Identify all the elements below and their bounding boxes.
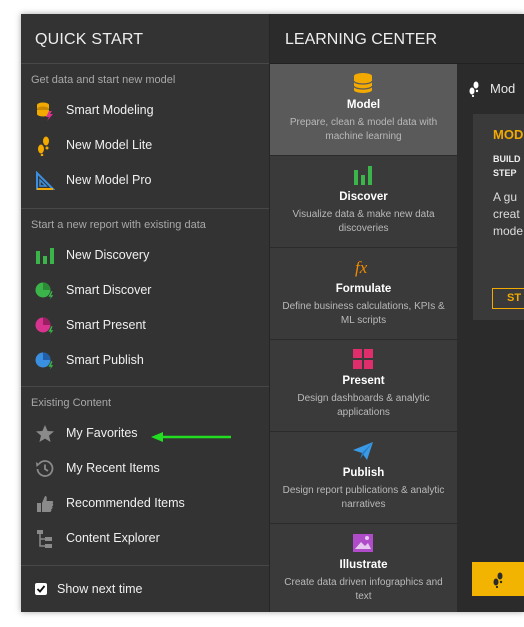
smart-publish-icon bbox=[35, 351, 55, 372]
fx-icon: fx bbox=[352, 256, 374, 278]
divider bbox=[21, 208, 269, 209]
learning-center-title: LEARNING CENTER bbox=[285, 31, 438, 48]
section-header-get-data: Get data and start new model bbox=[31, 74, 176, 86]
smart-modeling-label: Smart Modeling bbox=[66, 103, 154, 117]
tree-icon bbox=[35, 529, 55, 549]
tile-discover-title: Discover bbox=[339, 191, 388, 203]
tile-publish-desc: Design report publications & analytic na… bbox=[282, 485, 445, 510]
tile-present[interactable]: Present Design dashboards & analytic app… bbox=[270, 340, 457, 432]
tile-illustrate-title: Illustrate bbox=[339, 559, 388, 571]
quick-start-panel: QUICK START Get data and start new model… bbox=[21, 14, 270, 612]
show-next-time-label: Show next time bbox=[57, 582, 143, 596]
start-dialog: QUICK START Get data and start new model… bbox=[21, 14, 524, 612]
set-square-icon bbox=[35, 170, 56, 191]
footprints-icon bbox=[492, 572, 506, 593]
tile-discover[interactable]: Discover Visualize data & make new data … bbox=[270, 156, 457, 248]
tile-model[interactable]: Model Prepare, clean & model data with m… bbox=[270, 64, 457, 156]
tile-illustrate[interactable]: Illustrate Create data driven infographi… bbox=[270, 524, 457, 612]
card-subtitle-line-2: STEP bbox=[493, 168, 517, 178]
divider bbox=[21, 565, 269, 566]
thumbs-up-icon bbox=[35, 494, 55, 514]
smart-discover-label: Smart Discover bbox=[66, 283, 152, 297]
content-explorer-button[interactable]: Content Explorer bbox=[21, 523, 269, 553]
quick-start-title: QUICK START bbox=[35, 31, 144, 48]
tile-formulate-desc: Define business calculations, KPIs & ML … bbox=[282, 301, 445, 326]
card-start-button-label: ST bbox=[507, 292, 522, 304]
tile-discover-desc: Visualize data & make new data discoveri… bbox=[292, 209, 435, 234]
bar-chart-icon bbox=[352, 164, 374, 186]
tile-publish-title: Publish bbox=[342, 467, 385, 479]
recommended-items-label: Recommended Items bbox=[66, 496, 185, 510]
recommended-items-button[interactable]: Recommended Items bbox=[21, 488, 269, 518]
divider bbox=[21, 386, 269, 387]
card-subtitle-line-1: BUILD bbox=[493, 154, 521, 164]
database-icon bbox=[352, 72, 374, 94]
content-explorer-label: Content Explorer bbox=[66, 531, 160, 545]
card-description-line-1: A gu bbox=[493, 190, 518, 204]
card-description-line-2: creat bbox=[493, 207, 520, 221]
my-favorites-label: My Favorites bbox=[66, 426, 138, 440]
smart-present-button[interactable]: Smart Present bbox=[21, 310, 269, 340]
yellow-action-bar[interactable] bbox=[472, 562, 524, 596]
smart-publish-label: Smart Publish bbox=[66, 353, 144, 367]
tile-model-desc: Prepare, clean & model data with machine… bbox=[289, 117, 438, 142]
smart-discover-button[interactable]: Smart Discover bbox=[21, 275, 269, 305]
section-header-existing-content: Existing Content bbox=[31, 397, 112, 409]
model-tab-label: Mod bbox=[490, 81, 516, 96]
new-model-pro-button[interactable]: New Model Pro bbox=[21, 165, 269, 195]
new-discovery-label: New Discovery bbox=[66, 248, 150, 262]
smart-modeling-button[interactable]: Smart Modeling bbox=[21, 95, 269, 125]
bar-chart-icon bbox=[35, 246, 55, 266]
new-model-lite-label: New Model Lite bbox=[66, 138, 153, 152]
tile-publish[interactable]: Publish Design report publications & ana… bbox=[270, 432, 457, 524]
my-recent-items-label: My Recent Items bbox=[66, 461, 160, 475]
show-next-time-checkbox[interactable] bbox=[35, 583, 47, 595]
my-recent-items-button[interactable]: My Recent Items bbox=[21, 453, 269, 483]
green-arrow-annotation bbox=[151, 429, 233, 447]
card-subtitle: BUILD STEP bbox=[493, 152, 521, 180]
tile-formulate[interactable]: fx Formulate Define business calculation… bbox=[270, 248, 457, 340]
model-tab[interactable]: Mod bbox=[468, 78, 524, 98]
tile-formulate-title: Formulate bbox=[335, 283, 392, 295]
tile-present-desc: Design dashboards & analytic application… bbox=[297, 393, 430, 418]
smart-publish-button[interactable]: Smart Publish bbox=[21, 345, 269, 375]
tile-present-title: Present bbox=[342, 375, 385, 387]
model-info-card: MOD BUILD STEP A gu creat mode ST bbox=[473, 114, 524, 320]
tile-model-title: Model bbox=[346, 99, 381, 111]
card-title: MOD bbox=[493, 127, 524, 142]
paper-plane-icon bbox=[352, 440, 374, 462]
card-start-button[interactable]: ST bbox=[492, 288, 524, 309]
smart-discover-icon bbox=[35, 281, 55, 302]
smart-present-icon bbox=[35, 316, 55, 337]
smart-modeling-icon bbox=[35, 101, 55, 121]
image-icon bbox=[352, 532, 374, 554]
new-discovery-button[interactable]: New Discovery bbox=[21, 240, 269, 270]
tile-illustrate-desc: Create data driven infographics and text bbox=[284, 577, 443, 602]
divider bbox=[21, 63, 269, 64]
history-icon bbox=[35, 459, 55, 479]
footprints-icon bbox=[35, 136, 55, 157]
dashboard-icon bbox=[352, 348, 374, 370]
new-model-pro-label: New Model Pro bbox=[66, 173, 152, 187]
show-next-time-option[interactable]: Show next time bbox=[35, 581, 235, 601]
learning-center-panel: LEARNING CENTER Model Prepare, clean & m… bbox=[270, 14, 524, 612]
footprints-icon bbox=[468, 81, 482, 102]
section-header-new-report: Start a new report with existing data bbox=[31, 219, 206, 231]
svg-text:fx: fx bbox=[355, 258, 368, 277]
new-model-lite-button[interactable]: New Model Lite bbox=[21, 130, 269, 160]
star-icon bbox=[35, 424, 55, 444]
smart-present-label: Smart Present bbox=[66, 318, 146, 332]
card-description: A gu creat mode bbox=[493, 189, 523, 240]
card-description-line-3: mode bbox=[493, 224, 524, 238]
